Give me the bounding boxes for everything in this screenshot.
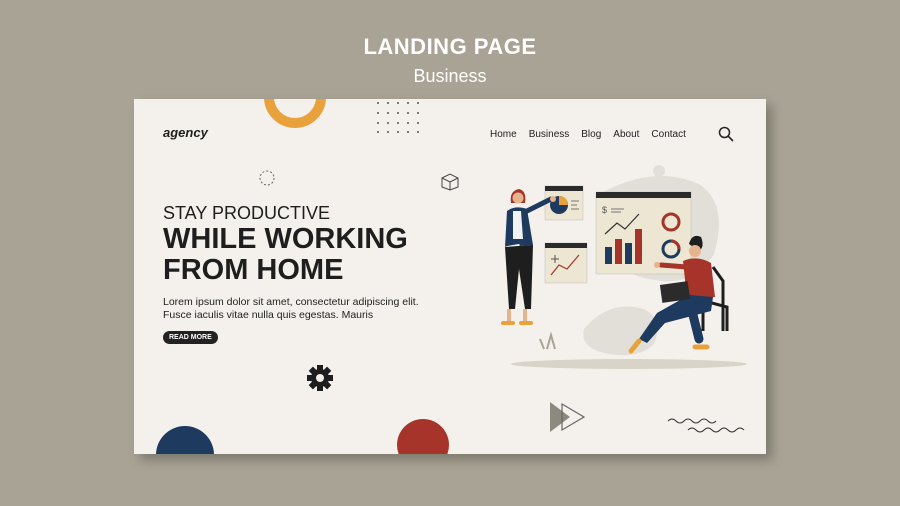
banner-title: LANDING PAGE: [363, 34, 537, 59]
search-icon[interactable]: [718, 126, 734, 142]
main-nav: Home Business Blog About Contact: [490, 129, 686, 140]
nav-contact[interactable]: Contact: [651, 129, 685, 140]
hero-headline: WHILE WORKING FROM HOME: [163, 223, 408, 286]
hero-body: Lorem ipsum dolor sit amet, consectetur …: [163, 296, 419, 321]
floor-shadow: [511, 359, 747, 369]
hero-illustration: $: [501, 165, 747, 369]
dot-grid-decoration: [377, 102, 419, 133]
nav-about[interactable]: About: [613, 129, 639, 140]
board-dollar-sign: $: [602, 205, 607, 215]
hero-kicker: STAY PRODUCTIVE: [163, 203, 331, 223]
gear-icon: [307, 365, 333, 391]
agency-logo[interactable]: agency: [163, 125, 208, 140]
red-circle-decoration: [397, 419, 449, 454]
banner-subtitle: Business: [413, 66, 487, 86]
landing-page-card: agency Home Business Blog About Contact …: [134, 99, 766, 454]
orange-ring-decoration: [264, 99, 326, 128]
navy-half-circle-decoration: [156, 426, 214, 454]
nav-business[interactable]: Business: [529, 129, 570, 140]
play-arrows-decoration: [550, 402, 586, 432]
cube-icon: [441, 173, 459, 191]
read-more-button[interactable]: READ MORE: [163, 331, 218, 344]
dashed-circle-decoration: [259, 170, 275, 186]
nav-blog[interactable]: Blog: [581, 129, 601, 140]
zigzag-decoration: [667, 418, 745, 433]
nav-home[interactable]: Home: [490, 129, 517, 140]
